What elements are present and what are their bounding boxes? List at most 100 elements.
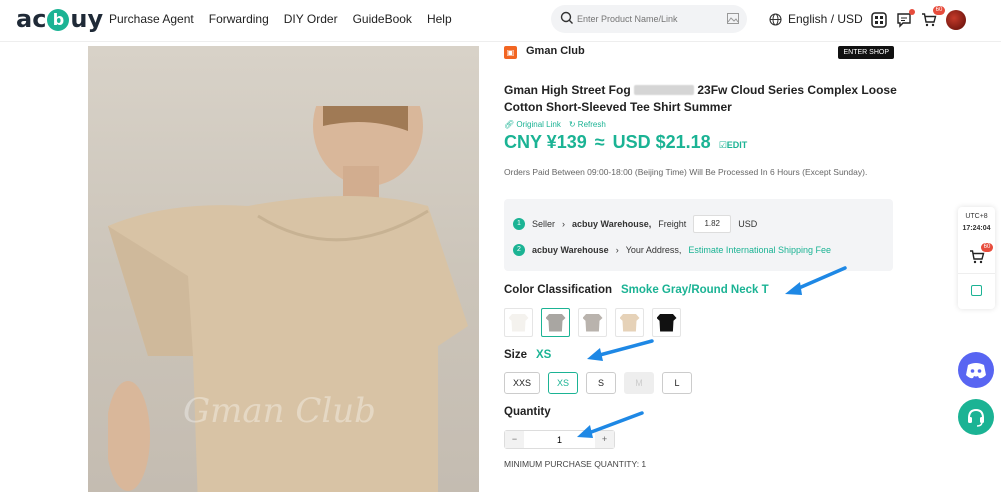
search-input[interactable] <box>577 11 717 27</box>
user-avatar[interactable] <box>946 10 966 30</box>
warehouse-label: acbuy Warehouse, <box>572 219 652 229</box>
product-title: Gman High Street Fog 23Fw Cloud Series C… <box>504 82 898 116</box>
cart-icon[interactable]: 60 <box>921 6 945 28</box>
link-icon: 🔗︎ <box>504 120 515 129</box>
chevron-right-icon: › <box>615 245 619 255</box>
size-option-l[interactable]: L <box>662 372 693 394</box>
processing-notice: Orders Paid Between 09:00-18:00 (Beijing… <box>504 167 868 177</box>
message-badge <box>909 9 915 15</box>
color-swatch-2[interactable] <box>541 308 570 337</box>
edit-icon: ☑ <box>718 140 727 150</box>
note-icon[interactable] <box>971 285 982 296</box>
tshirt-icon <box>656 313 677 332</box>
logo-text-left: ac <box>16 5 47 33</box>
shipping-step-2: 2 acbuy Warehouse › Your Address, Estima… <box>513 244 831 256</box>
message-icon[interactable] <box>896 9 915 28</box>
estimate-shipping-link[interactable]: Estimate International Shipping Fee <box>688 245 831 255</box>
color-swatch-3[interactable] <box>578 308 607 337</box>
color-label: Color Classification <box>504 284 612 296</box>
quantity-decrease-button[interactable]: − <box>505 431 524 448</box>
size-label: Size <box>504 349 528 361</box>
search-bar <box>551 5 747 33</box>
refresh-label: Refresh <box>577 120 606 129</box>
tshirt-icon <box>619 313 640 332</box>
annotation-arrow-size <box>587 339 654 361</box>
size-option-xs[interactable]: XS <box>548 372 579 394</box>
nav-guidebook[interactable]: GuideBook <box>353 12 412 26</box>
customer-support-button[interactable] <box>958 399 994 435</box>
language-selector[interactable]: English / USD <box>769 12 863 26</box>
approx-sign: ≈ <box>594 132 605 152</box>
store-header: ▣ Gman Club ENTER SHOP <box>504 45 894 63</box>
language-label: English / USD <box>788 12 863 26</box>
edit-label: EDIT <box>726 140 748 150</box>
color-swatches <box>504 308 681 337</box>
size-option-m[interactable]: M <box>624 372 655 394</box>
quantity-label: Quantity <box>504 406 551 418</box>
globe-icon <box>769 12 782 26</box>
nav-forwarding[interactable]: Forwarding <box>209 12 269 26</box>
shipping-step-1: 1 Seller › acbuy Warehouse, Freight 1.82… <box>513 215 757 233</box>
color-swatch-5[interactable] <box>652 308 681 337</box>
annotation-arrow-quantity <box>577 411 644 438</box>
search-icon[interactable] <box>560 11 574 25</box>
qr-app-icon[interactable] <box>871 12 887 28</box>
chevron-right-icon: › <box>562 219 566 229</box>
color-classification-row: Color Classification Smoke Gray/Round Nec… <box>504 284 769 296</box>
edit-currency-button[interactable]: ☑EDIT <box>719 140 748 151</box>
logo-circle: b <box>47 9 70 31</box>
timezone-label: UTC+8 <box>965 213 988 220</box>
clock-time: 17:24:04 <box>962 225 991 232</box>
price-usd: USD $21.18 <box>612 132 711 152</box>
enter-shop-button[interactable]: ENTER SHOP <box>838 46 894 59</box>
floating-cart-icon[interactable]: 60 <box>969 243 993 265</box>
cart-badge: 60 <box>933 6 945 15</box>
tshirt-icon <box>545 313 566 332</box>
discord-button[interactable] <box>958 352 994 388</box>
header-icons: 60 <box>871 6 966 30</box>
size-options: XXS XS S M L <box>504 372 693 394</box>
original-link[interactable]: 🔗︎ Original Link <box>504 120 561 129</box>
watermark-text: Gman Club <box>183 391 376 431</box>
logo-text-right: uy <box>70 5 104 33</box>
size-option-xxs[interactable]: XXS <box>504 372 541 394</box>
nav-purchase-agent[interactable]: Purchase Agent <box>109 12 194 26</box>
annotation-arrow-color <box>785 266 847 295</box>
original-link-label: Original Link <box>516 120 561 129</box>
discord-icon <box>966 363 986 379</box>
product-image[interactable]: Gman Club <box>88 46 479 492</box>
color-swatch-1[interactable] <box>504 308 533 337</box>
size-row: Size XS <box>504 349 551 361</box>
main-nav: Purchase Agent Forwarding DIY Order Guid… <box>109 12 452 26</box>
step-number-2: 2 <box>513 244 525 256</box>
store-name[interactable]: Gman Club <box>526 45 585 57</box>
color-selected-value: Smoke Gray/Round Neck T <box>621 284 769 296</box>
nav-diy-order[interactable]: DIY Order <box>284 12 338 26</box>
title-part-1: Gman High Street Fog <box>504 83 631 97</box>
shipping-route-panel: 1 Seller › acbuy Warehouse, Freight 1.82… <box>504 199 893 271</box>
acbuy-logo[interactable]: ac b uy <box>16 5 103 33</box>
floating-sidebar: UTC+8 17:24:04 60 <box>958 207 995 309</box>
tshirt-icon <box>508 313 529 332</box>
refresh-icon: ↻ <box>568 120 576 129</box>
tshirt-icon <box>582 313 603 332</box>
image-search-icon[interactable] <box>727 13 739 24</box>
size-option-s[interactable]: S <box>586 372 617 394</box>
price-cny: CNY ¥139 <box>504 132 587 152</box>
freight-value: 1.82 <box>693 215 732 233</box>
redacted-text <box>634 85 695 95</box>
freight-label: Freight <box>658 219 687 229</box>
floating-cart-badge: 60 <box>981 243 993 252</box>
divider <box>958 273 995 274</box>
product-links: 🔗︎ Original Link ↻ Refresh <box>504 120 606 129</box>
refresh-link[interactable]: ↻ Refresh <box>569 120 606 129</box>
nav-help[interactable]: Help <box>427 12 452 26</box>
color-swatch-4[interactable] <box>615 308 644 337</box>
headset-icon <box>968 408 984 427</box>
freight-currency: USD <box>738 219 758 229</box>
seller-label: Seller <box>532 219 556 229</box>
store-logo-icon: ▣ <box>504 46 517 59</box>
price-row: CNY ¥139 ≈ USD $21.18 ☑EDIT <box>504 132 747 153</box>
step-number-1: 1 <box>513 218 525 230</box>
warehouse-label-2: acbuy Warehouse <box>532 245 609 255</box>
